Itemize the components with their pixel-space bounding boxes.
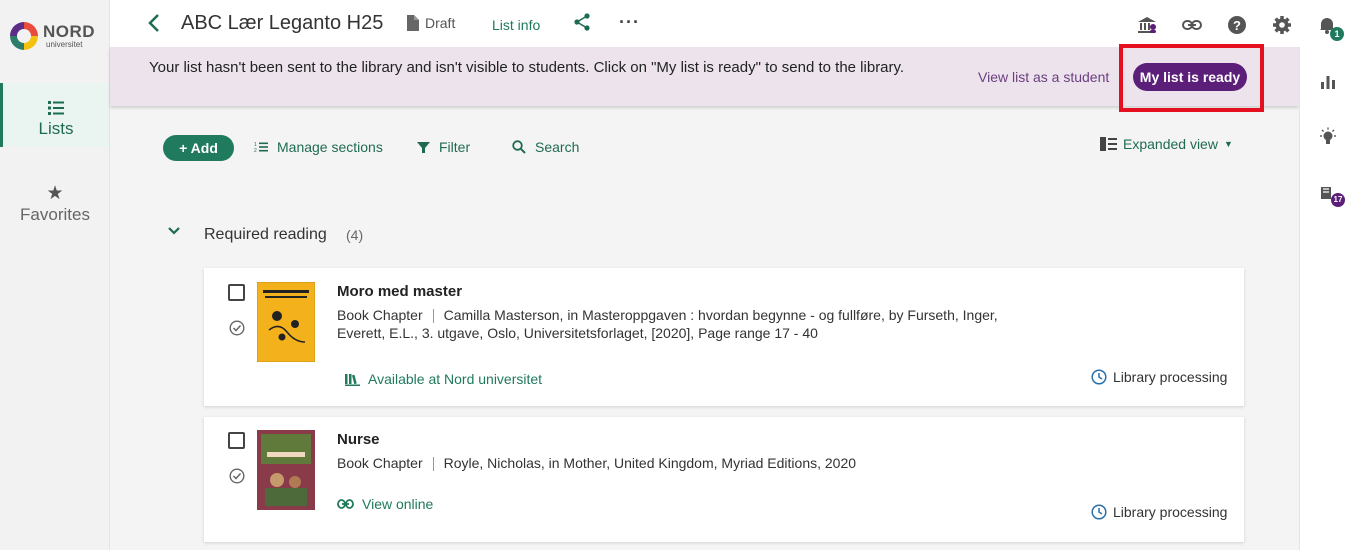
search-icon	[512, 140, 526, 154]
view-as-student-link[interactable]: View list as a student	[978, 69, 1109, 85]
processing-status: Library processing	[1091, 369, 1227, 385]
list-icon	[48, 101, 64, 115]
filter-icon	[417, 141, 430, 153]
select-item-checkbox[interactable]	[228, 432, 245, 449]
search-button[interactable]: Search	[512, 139, 579, 155]
item-citation-line1: Camilla Masterson, in Masteroppgaven : h…	[443, 307, 998, 323]
item-title[interactable]: Nurse	[337, 431, 380, 448]
svg-text:2: 2	[254, 148, 257, 153]
nav-item-lists[interactable]: Lists	[0, 83, 109, 147]
item-type: Book Chapter	[337, 307, 423, 323]
section-title: Required reading	[204, 226, 327, 243]
link-icon[interactable]	[1182, 15, 1202, 35]
right-rail	[1299, 47, 1357, 550]
analytics-icon[interactable]	[1320, 74, 1336, 90]
draft-status: Draft	[406, 15, 455, 31]
section-count: (4)	[346, 227, 364, 243]
add-button[interactable]: + Add	[163, 135, 234, 161]
view-online-link[interactable]: View online	[337, 496, 433, 512]
my-list-is-ready-button[interactable]: My list is ready	[1133, 63, 1247, 91]
manage-sections-icon: 1 2	[254, 142, 268, 153]
check-circle-icon[interactable]	[229, 468, 245, 484]
back-arrow-icon[interactable]	[146, 10, 162, 36]
separator	[432, 309, 434, 324]
link-icon	[337, 499, 354, 509]
banner-message: Your list hasn't been sent to the librar…	[149, 59, 905, 76]
item-citation-line2: Everett, E.L., 3. utgave, Oslo, Universi…	[337, 325, 818, 341]
manage-sections-label: Manage sections	[277, 139, 383, 155]
item-citation: Book Chapter Royle, Nicholas, in Mother, …	[337, 454, 1057, 472]
star-icon: ★	[46, 183, 64, 204]
logo-subtext: universitet	[46, 40, 83, 49]
manage-sections-button[interactable]: 1 2 Manage sections	[254, 139, 383, 155]
draft-label: Draft	[425, 15, 456, 31]
item-citation-line1: Royle, Nicholas, in Mother, United Kingd…	[443, 455, 857, 471]
view-mode-dropdown[interactable]: Expanded view ▼	[1100, 136, 1233, 152]
book-cover-image	[257, 282, 315, 362]
updates-badge: 17	[1331, 193, 1345, 207]
processing-label: Library processing	[1113, 369, 1228, 385]
filter-label: Filter	[439, 139, 471, 155]
plus-icon: +	[179, 140, 188, 156]
search-label: Search	[535, 139, 580, 155]
clock-icon	[1091, 369, 1107, 385]
help-icon[interactable]: ?	[1227, 15, 1247, 35]
book-cover-image	[257, 430, 315, 510]
filter-button[interactable]: Filter	[417, 139, 470, 155]
page-title: ABC Lær Leganto H25	[181, 12, 384, 34]
select-item-checkbox[interactable]	[228, 284, 245, 301]
document-icon	[407, 15, 419, 31]
caret-down-icon: ▼	[1223, 139, 1233, 149]
availability-label: Available at Nord universitet	[368, 371, 543, 387]
more-options-icon[interactable]: ···	[619, 12, 640, 33]
notification-badge: 1	[1330, 27, 1344, 41]
collapse-chevron-icon[interactable]	[167, 224, 181, 238]
view-mode-label: Expanded view	[1123, 136, 1218, 152]
view-online-label: View online	[362, 496, 434, 512]
nav-item-favorites[interactable]: ★ Favorites	[0, 184, 110, 225]
clock-icon	[1091, 504, 1107, 520]
item-type: Book Chapter	[337, 455, 423, 471]
nav-item-lists-label: Lists	[38, 119, 74, 138]
item-citation: Book Chapter Camilla Masterson, in Master…	[337, 306, 1057, 342]
library-books-icon	[345, 373, 360, 386]
nav-item-favorites-label: Favorites	[20, 205, 90, 224]
availability-link[interactable]: Available at Nord universitet	[345, 371, 542, 387]
list-info-link[interactable]: List info	[492, 17, 540, 33]
nord-logo[interactable]: NORD universitet	[10, 20, 100, 52]
processing-label: Library processing	[1113, 504, 1228, 520]
nord-logo-icon	[10, 22, 38, 50]
library-icon[interactable]	[1137, 15, 1157, 35]
processing-status: Library processing	[1091, 504, 1227, 520]
expanded-view-icon	[1100, 137, 1117, 151]
settings-gear-icon[interactable]	[1272, 15, 1292, 35]
add-label: Add	[190, 140, 218, 156]
share-icon[interactable]	[573, 13, 591, 31]
check-circle-icon[interactable]	[229, 320, 245, 336]
suggestions-lightbulb-icon[interactable]	[1319, 127, 1337, 147]
separator	[432, 457, 434, 472]
logo-text: NORD	[43, 22, 96, 41]
item-title[interactable]: Moro med master	[337, 283, 462, 300]
svg-text:?: ?	[1233, 18, 1241, 33]
